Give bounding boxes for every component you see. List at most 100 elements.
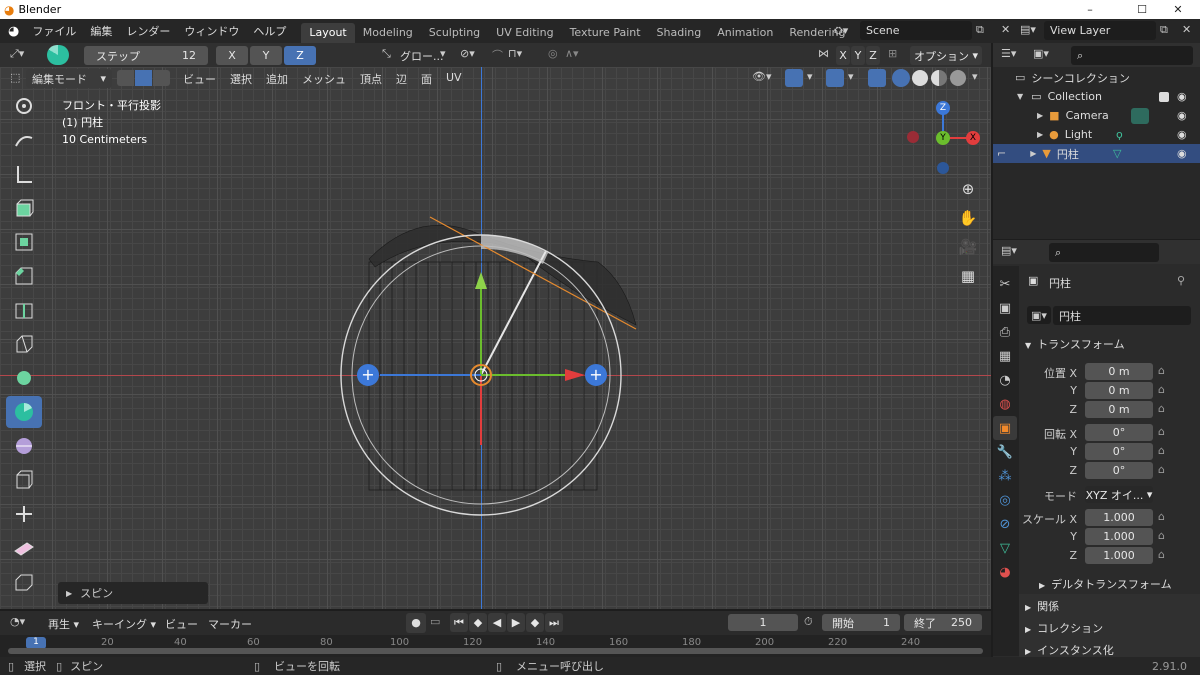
constraints-tab-icon[interactable]: ⊘	[993, 512, 1017, 536]
vp-menu-select[interactable]: 選択	[223, 71, 259, 87]
mirror-z-button[interactable]: Z	[866, 46, 880, 65]
end-frame-field[interactable]: 終了 250	[904, 614, 982, 631]
remove-view-layer-icon[interactable]: ✕	[1182, 23, 1191, 36]
particles-tab-icon[interactable]: ⁂	[993, 464, 1017, 488]
lock-icon[interactable]: ⌂	[1158, 444, 1165, 457]
rendered-shading-icon[interactable]	[950, 70, 966, 86]
lock-icon[interactable]: ⌂	[1158, 548, 1165, 561]
jump-end-icon[interactable]: ⏭	[545, 613, 563, 632]
object-name-field[interactable]: 円柱	[1053, 306, 1191, 325]
view-layer-field[interactable]: View Layer	[1044, 21, 1156, 40]
outliner-item-light[interactable]: ▶ ● Light ϙ ◉	[993, 125, 1200, 144]
instancing-section-header[interactable]: ▶ インスタンス化	[1025, 642, 1114, 658]
scene-icon[interactable]: ⛭▾	[834, 24, 848, 38]
rotation-mode-dropdown[interactable]: XYZ オイ... ▾	[1085, 486, 1153, 503]
expand-arrow-icon[interactable]: ▶	[1030, 149, 1036, 158]
edit-mode-icon[interactable]: ⌐	[997, 147, 1006, 160]
menu-help[interactable]: ヘルプ	[246, 23, 293, 39]
menu-file[interactable]: ファイル	[25, 23, 83, 39]
vp-menu-uv[interactable]: UV	[439, 71, 469, 87]
mode-dropdown[interactable]: 編集モード ▾	[26, 69, 112, 88]
vp-menu-vertex[interactable]: 頂点	[353, 71, 389, 87]
vertex-select-icon[interactable]	[117, 70, 134, 86]
shrink-fatten-tool-icon[interactable]	[6, 498, 42, 530]
scale-y-field[interactable]: 1.000	[1085, 528, 1153, 545]
visibility-icon[interactable]: 👁▾	[752, 70, 772, 83]
lock-icon[interactable]: ⌂	[1158, 425, 1165, 438]
edge-slide-tool-icon[interactable]	[6, 464, 42, 496]
gizmo-toggle-icon[interactable]	[785, 69, 803, 87]
timeline-view-menu[interactable]: ビュー	[165, 616, 198, 632]
view-layer-icon[interactable]: ▤▾	[1020, 23, 1036, 36]
relations-section-header[interactable]: ▶ 関係	[1025, 598, 1059, 614]
menu-window[interactable]: ウィンドウ	[177, 23, 246, 39]
clock-icon[interactable]: ◔▾	[10, 615, 25, 628]
chevron-down-icon[interactable]: ▾	[807, 70, 813, 83]
render-tab-icon[interactable]: ▣	[993, 296, 1017, 320]
light-data-icon[interactable]: ϙ	[1116, 128, 1123, 141]
lock-icon[interactable]: ⌂	[1158, 383, 1165, 396]
rotation-y-field[interactable]: 0°	[1085, 443, 1153, 460]
physics-tab-icon[interactable]: ◎	[993, 488, 1017, 512]
vp-menu-add[interactable]: 追加	[259, 71, 295, 87]
vp-menu-edge[interactable]: 辺	[389, 71, 414, 87]
view-layer-tab-icon[interactable]: ▦	[993, 344, 1017, 368]
timeline-ruler[interactable]: 1 20 40 60 80 100 120 140 160 180 200 22…	[0, 635, 991, 657]
lock-icon[interactable]: ⌂	[1158, 364, 1165, 377]
object-tab-icon[interactable]: ▣	[993, 416, 1017, 440]
outliner-item-cylinder[interactable]: ⌐ ▶ ▼ 円柱 ▽ ◉	[993, 144, 1200, 163]
loop-cut-tool-icon[interactable]	[6, 294, 42, 326]
eye-icon[interactable]: ◉	[1177, 128, 1187, 141]
mirror-icon[interactable]: ⋈	[818, 47, 829, 60]
cursor-tool-icon[interactable]	[6, 90, 42, 122]
camera-data-icon[interactable]	[1131, 107, 1149, 124]
axis-z-button[interactable]: Z	[284, 46, 316, 65]
face-select-icon[interactable]	[153, 70, 170, 86]
next-keyframe-icon[interactable]: ◆	[526, 613, 544, 632]
blender-menu-icon[interactable]: ◕	[8, 24, 19, 39]
material-tab-icon[interactable]: ◕	[993, 560, 1017, 584]
snap-icon[interactable]: ⌒	[492, 47, 503, 63]
rip-region-tool-icon[interactable]	[6, 566, 42, 598]
measure-tool-icon[interactable]	[6, 158, 42, 190]
location-x-field[interactable]: 0 m	[1085, 363, 1153, 380]
solid-shading-icon[interactable]	[912, 70, 928, 86]
wireframe-shading-icon[interactable]	[892, 69, 910, 87]
chevron-down-icon[interactable]: ▾	[972, 70, 978, 83]
last-operator-panel[interactable]: ▶ スピン	[58, 582, 208, 604]
transform-section-header[interactable]: ▼ トランスフォーム	[1025, 336, 1125, 352]
inset-tool-icon[interactable]	[6, 226, 42, 258]
gizmo-y[interactable]: Y	[936, 131, 950, 145]
tab-modeling[interactable]: Modeling	[355, 23, 421, 43]
axis-x-button[interactable]: X	[216, 46, 248, 65]
lock-icon[interactable]: ⌂	[1158, 510, 1165, 523]
modifier-tab-icon[interactable]: 🔧	[993, 440, 1017, 464]
camera-view-icon[interactable]: 🎥	[955, 234, 981, 260]
scene-tab-icon[interactable]: ◔	[993, 368, 1017, 392]
expand-arrow-icon[interactable]: ▶	[1037, 111, 1043, 120]
orientation-dropdown[interactable]: グロー...	[400, 48, 444, 64]
vp-menu-view[interactable]: ビュー	[176, 71, 223, 87]
current-frame-field[interactable]: 1	[728, 614, 798, 631]
new-scene-icon[interactable]: ⧉	[976, 23, 984, 37]
annotate-tool-icon[interactable]	[6, 124, 42, 156]
editor-type-icon[interactable]: ⬚	[10, 71, 20, 84]
overlay-toggle-icon[interactable]	[826, 69, 844, 87]
outliner-item-collection[interactable]: ▼ ▭ Collection ◉	[993, 87, 1200, 106]
bevel-tool-icon[interactable]	[6, 260, 42, 292]
output-tab-icon[interactable]: ⎙	[993, 320, 1017, 344]
gizmo-x[interactable]: X	[966, 131, 980, 145]
collections-section-header[interactable]: ▶ コレクション	[1025, 620, 1103, 636]
editor-type-icon[interactable]: ☰▾	[1001, 47, 1016, 60]
tab-animation[interactable]: Animation	[709, 23, 781, 43]
scene-field[interactable]: Scene	[860, 21, 972, 40]
3d-viewport[interactable]: + + Z Y X ⊕ ✋ 🎥 ▦ フロント・平行投影 (1) 円柱 10 Ce…	[0, 67, 991, 609]
record-icon[interactable]: ●	[406, 613, 426, 633]
playback-menu[interactable]: 再生 ▾	[48, 616, 79, 632]
jump-start-icon[interactable]: ⏮	[450, 613, 468, 632]
expand-arrow-icon[interactable]: ▼	[1017, 92, 1023, 101]
tool-icon[interactable]: ⤢▾	[10, 47, 24, 61]
tab-shading[interactable]: Shading	[649, 23, 710, 43]
remove-scene-icon[interactable]: ✕	[1001, 23, 1010, 36]
spin-tool-icon[interactable]	[6, 396, 42, 428]
